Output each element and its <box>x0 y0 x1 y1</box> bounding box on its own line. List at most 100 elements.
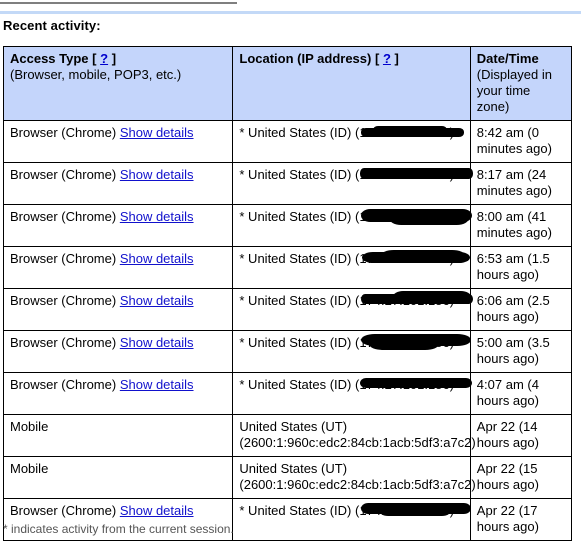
redaction-mark <box>381 250 466 261</box>
redaction-mark <box>389 211 470 225</box>
access-type-label: Browser (Chrome) <box>10 167 117 182</box>
redaction-mark <box>379 505 452 516</box>
access-type-label: Browser (Chrome) <box>10 335 117 350</box>
redaction-mark <box>373 126 448 135</box>
cell-location: United States (UT) (2600:1:960c:edc2:84cb… <box>232 456 476 499</box>
top-gray-divider <box>0 2 237 4</box>
access-type-label: Mobile <box>10 419 49 434</box>
table-body: Browser (Chrome) Show details * United St… <box>2 120 573 541</box>
cell-access-type: Browser (Chrome) Show details <box>2 204 234 247</box>
redaction-mark <box>361 294 474 304</box>
location-text: * United States (ID) (174.27.101.156) <box>239 334 472 351</box>
column-header-location-label: Location (IP address) <box>239 51 372 66</box>
column-header-location: Location (IP address) [ ? ] <box>232 46 471 121</box>
cell-location: * United States (ID) (174.27.101.156) <box>232 204 473 247</box>
location-text: * United States (ID) (174.27.101.156) <box>239 503 472 519</box>
access-type-label: Browser (Chrome) <box>10 125 117 140</box>
redaction-mark <box>393 291 472 303</box>
column-header-datetime-subtitle-line2: your time zone) <box>476 83 531 114</box>
show-details-link[interactable]: Show details <box>120 293 194 308</box>
cell-location: * United States (ID) (174.27.101.156) <box>232 246 471 289</box>
column-header-access-type: Access Type [ ? ] (Browser, mobile, POP3… <box>2 46 234 121</box>
bracket-close: ] <box>111 51 117 66</box>
access-type-label: Browser (Chrome) <box>10 251 117 266</box>
cell-access-type: Mobile <box>2 414 234 457</box>
cell-datetime: 6:53 am (1.5 hours ago) <box>469 246 573 289</box>
cell-datetime: Apr 22 (17 hours ago) <box>469 498 573 541</box>
cell-location: * United States (ID) (174.27.101.156) <box>232 120 471 163</box>
cell-location: * United States (ID) (174.27.101.156) <box>232 162 474 205</box>
cell-datetime: Apr 22 (14 hours ago) <box>469 414 573 457</box>
cell-datetime: 8:42 am (0 minutes ago) <box>469 120 573 163</box>
access-type-label: Browser (Chrome) <box>10 293 117 308</box>
cell-location: * United States (ID) (174.27.101.156) <box>232 498 472 541</box>
ip-address-redacted: 174.27.101.156) <box>359 503 472 519</box>
ip-address-redacted: 174.27.101.156) <box>359 377 473 393</box>
cell-datetime: 8:17 am (24 minutes ago) <box>469 162 573 205</box>
table-row: Mobile United States (UT) (2600:1:960c:edc… <box>2 456 573 499</box>
ip-address-redacted: 174.27.101.156) <box>359 209 473 225</box>
location-ip-address: (2600:1:960c:edc2:84cb:1acb:5df3:a7c2) <box>239 435 476 450</box>
redaction-mark <box>360 378 473 388</box>
access-type-label: Browser (Chrome) <box>10 377 117 392</box>
table-row: Browser (Chrome) Show details * United St… <box>2 162 573 205</box>
cell-access-type: Browser (Chrome) Show details <box>2 330 234 373</box>
footnote: * indicates activity from the current se… <box>3 522 234 536</box>
cell-datetime: 4:07 am (4 hours ago) <box>469 372 573 415</box>
show-details-link[interactable]: Show details <box>120 251 194 266</box>
table-row: Browser (Chrome) Show details * United St… <box>2 330 573 373</box>
redaction-mark <box>361 209 473 222</box>
cell-access-type: Browser (Chrome) Show details <box>2 372 234 415</box>
ip-address-redacted: 174.27.101.156) <box>359 167 474 183</box>
cell-location: United States (UT) (2600:1:960c:edc2:84cb… <box>232 414 476 457</box>
cell-location: * United States (ID) (174.27.101.156) <box>232 330 472 373</box>
redaction-mark <box>362 252 471 263</box>
help-icon-access-type[interactable]: ? <box>100 51 108 66</box>
cell-location: * United States (ID) (174.27.101.156) <box>232 372 473 415</box>
cell-access-type: Mobile <box>2 456 234 499</box>
location-text: * United States (ID) (174.27.101.156) <box>239 377 473 393</box>
table-row: Browser (Chrome) Show details * United St… <box>2 246 573 289</box>
ip-address-redacted: 174.27.101.156) <box>359 250 471 267</box>
redaction-mark <box>361 503 472 514</box>
show-details-link[interactable]: Show details <box>120 125 194 140</box>
top-blue-divider <box>0 11 581 14</box>
access-type-label: Browser (Chrome) <box>10 209 117 224</box>
cell-datetime: Apr 22 (15 hours ago) <box>469 456 573 499</box>
location-text: * United States (ID) (174.27.101.156) <box>239 291 474 309</box>
show-details-link[interactable]: Show details <box>120 209 194 224</box>
location-text: * United States (ID) (174.27.101.156) <box>239 125 465 141</box>
ip-address-redacted: 174.27.101.156) <box>359 125 465 141</box>
help-icon-location[interactable]: ? <box>383 51 391 66</box>
table-row: Mobile United States (UT) (2600:1:960c:edc… <box>2 414 573 457</box>
cell-access-type: Browser (Chrome) Show details <box>2 288 234 331</box>
column-header-datetime-subtitle-line1: (Displayed in <box>476 67 552 82</box>
table-header-row: Access Type [ ? ] (Browser, mobile, POP3… <box>2 46 573 121</box>
location-country: United States (UT) <box>239 419 348 434</box>
show-details-link[interactable]: Show details <box>120 335 194 350</box>
table-row: Browser (Chrome) Show details * United St… <box>2 120 573 163</box>
access-type-label: Browser (Chrome) <box>10 503 117 518</box>
redaction-mark <box>360 168 474 179</box>
location-text: * United States (ID) (174.27.101.156) <box>239 209 473 225</box>
column-header-datetime: Date/Time (Displayed in your time zone) <box>469 46 573 121</box>
redaction-mark <box>361 128 465 137</box>
column-header-access-type-subtitle: (Browser, mobile, POP3, etc.) <box>10 67 182 82</box>
cell-access-type: Browser (Chrome) Show details <box>2 120 234 163</box>
location-ip-address: (2600:1:960c:edc2:84cb:1acb:5df3:a7c2) <box>239 477 476 492</box>
ip-address-redacted: 174.27.101.156) <box>359 334 472 351</box>
cell-datetime: 8:00 am (41 minutes ago) <box>469 204 573 247</box>
location-text: * United States (ID) (174.27.101.156) <box>239 250 471 267</box>
location-text: * United States (ID) (174.27.101.156) <box>239 167 474 183</box>
show-details-link[interactable]: Show details <box>120 167 194 182</box>
page-title: Recent activity: <box>3 18 101 33</box>
bracket-close: ] <box>394 51 399 66</box>
location-country: United States (UT) <box>239 461 348 476</box>
ip-address-redacted: 174.27.101.156) <box>359 291 474 309</box>
show-details-link[interactable]: Show details <box>120 503 194 518</box>
table-row: Browser (Chrome) Show details * United St… <box>2 204 573 247</box>
redaction-mark <box>369 338 440 350</box>
cell-access-type: Browser (Chrome) Show details <box>2 246 234 289</box>
show-details-link[interactable]: Show details <box>120 377 194 392</box>
column-header-access-type-label: Access Type <box>10 51 89 66</box>
